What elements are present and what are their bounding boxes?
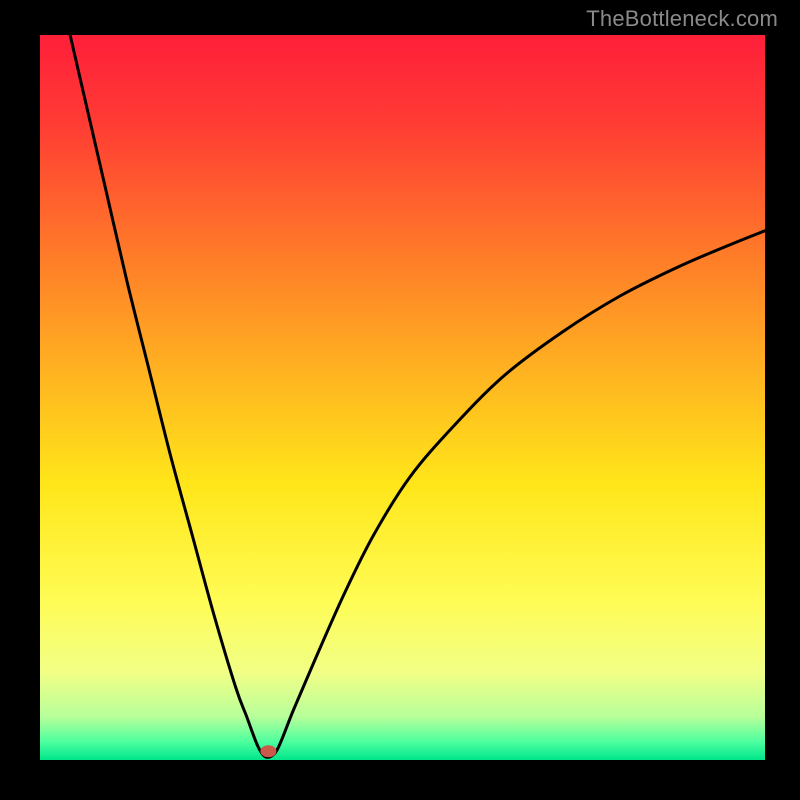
- watermark-text: TheBottleneck.com: [586, 6, 778, 32]
- gradient-background: [40, 35, 765, 760]
- bottleneck-chart: [40, 35, 765, 760]
- optimal-point-marker: [260, 745, 276, 757]
- chart-frame: TheBottleneck.com: [0, 0, 800, 800]
- plot-area: [40, 35, 765, 760]
